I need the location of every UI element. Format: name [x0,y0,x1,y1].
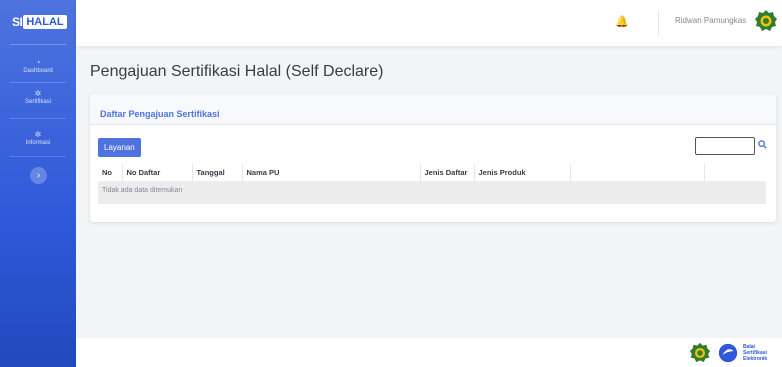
search-input[interactable] [695,137,755,155]
column-header-nama-pu[interactable]: Nama PU [242,164,421,181]
column-header-blank [704,164,766,181]
brand-logo[interactable]: SI HALAL [0,0,76,36]
topbar-divider [658,10,659,36]
sidebar-item-label: Dashboard [23,68,53,74]
column-header-no[interactable]: No [98,164,123,181]
sidebar-item-sertifikasi[interactable]: ✲ Sertifikasi [0,89,76,105]
sidebar: SI HALAL ◔ Dashboard ✲ Sertifikasi ✲ Inf… [0,0,76,367]
submission-list-card: Daftar Pengajuan Sertifikasi Layanan No … [90,94,776,222]
bse-logo-text-line: Elektronik [743,356,768,362]
gear-icon: ✲ [34,89,42,98]
brand-prefix: SI [12,15,23,29]
layanan-button[interactable]: Layanan [98,138,141,157]
sidebar-divider [10,156,66,157]
page-title: Pengajuan Sertifikasi Halal (Self Declar… [90,63,384,80]
column-header-jenis-daftar[interactable]: Jenis Daftar [420,164,475,181]
sidebar-divider [10,118,66,119]
card-title: Daftar Pengajuan Sertifikasi [100,109,220,119]
table-row [98,200,766,204]
bse-logo [718,343,738,363]
halal-emblem-logo [689,342,711,363]
submission-table: No No Daftar Tanggal Nama PU Jenis Dafta… [98,164,766,204]
empty-table-message: Tidak ada data ditemukan [98,181,766,200]
user-name[interactable]: Ridwan Pamungkas [675,16,746,25]
bell-icon[interactable]: 🔔 [615,15,629,28]
sidebar-divider [10,82,66,83]
sidebar-item-dashboard[interactable]: ◔ Dashboard [0,58,76,74]
column-header-no-daftar[interactable]: No Daftar [122,164,193,181]
sidebar-item-label: Informasi [25,140,51,146]
sidebar-divider [10,44,66,45]
table-row-spacer [98,200,766,204]
bse-logo-text: Balai Sertifikasi Elektronik [743,344,773,362]
dashboard-icon: ◔ [35,58,41,67]
footer: Balai Sertifikasi Elektronik [76,338,782,367]
column-header-tanggal[interactable]: Tanggal [192,164,243,181]
search-icon[interactable] [758,140,767,152]
column-header-jenis-produk[interactable]: Jenis Produk [474,164,571,181]
avatar[interactable] [754,9,778,33]
brand-name: HALAL [23,15,67,29]
card-header: Daftar Pengajuan Sertifikasi [90,94,776,125]
table-header-row: No No Daftar Tanggal Nama PU Jenis Dafta… [98,164,766,181]
sidebar-item-label: Sertifikasi [24,99,51,105]
column-header-blank [570,164,705,181]
sidebar-toggle-button[interactable]: › [30,167,47,184]
info-icon: ✲ [34,130,42,139]
topbar: 🔔 Ridwan Pamungkas [76,0,782,46]
sidebar-item-informasi[interactable]: ✲ Informasi [0,130,76,146]
table-row: Tidak ada data ditemukan [98,181,766,200]
